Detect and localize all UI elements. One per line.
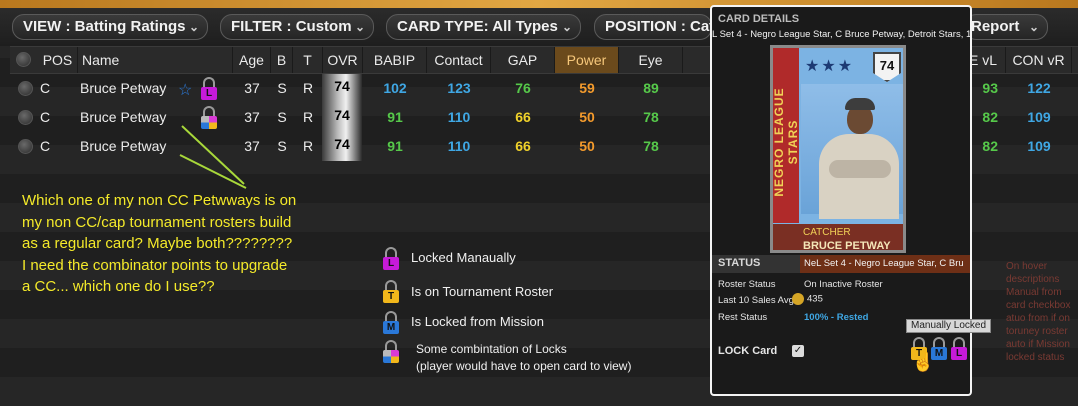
legend-tournament: Is on Tournament Roster (411, 284, 554, 299)
coin-icon (792, 293, 804, 305)
annotation-note: Which one of my non CC Petwways is on my… (22, 190, 342, 298)
lock-manual-icon[interactable]: L (950, 337, 968, 361)
card-details-title: CARD DETAILS (718, 13, 800, 25)
player-arms (829, 160, 891, 178)
app-root: VIEW : Batting Ratings ⌄ FILTER : Custom… (0, 0, 1078, 406)
lock-tournament-icon: T (382, 280, 400, 304)
annotation-line: a CC... which one do I use?? (22, 278, 215, 295)
card-rating-badge: 74 (873, 52, 901, 82)
annotation-line: my non CC/cap tournament rosters build (22, 213, 292, 231)
lock-mission-icon: M (382, 311, 400, 335)
roster-status-label: Roster Status (718, 279, 776, 290)
status-label: STATUS (718, 257, 761, 269)
card-details-subtitle: L Set 4 - Negro League Star, C Bruce Pet… (712, 29, 972, 40)
legend-mission: Is Locked from Mission (411, 314, 544, 329)
card-details-panel: CARD DETAILS L Set 4 - Negro League Star… (710, 5, 972, 396)
player-photo (801, 84, 903, 219)
roster-status-value: On Inactive Roster (804, 279, 883, 290)
side-note: On hover descriptions Manual from card c… (1006, 261, 1071, 363)
hand-cursor-icon: ☝ (912, 352, 935, 372)
sales-label: Last 10 Sales Avg (718, 295, 794, 306)
player-cap (845, 98, 875, 110)
rest-status-value: 100% - Rested (804, 312, 869, 323)
card-stars: ★★★ (805, 58, 855, 75)
player-card-image: NEGRO LEAGUE STARS ★★★ 74 CATCHER BRUCE … (770, 45, 906, 253)
legend-combination-note: (player would have to open card to view) (416, 359, 632, 373)
lock-card-checkbox[interactable]: ✓ (792, 345, 804, 357)
annotation-line: as a regular card? Maybe both???????? (22, 235, 293, 252)
card-player-name: BRUCE PETWAY (803, 240, 891, 252)
sales-value-group: 435 (792, 293, 823, 305)
annotation-line: Which one of my non CC Petwways is on (22, 192, 297, 209)
status-value: NeL Set 4 - Negro League Star, C Bru (800, 255, 970, 273)
lock-combination-icon (382, 340, 400, 364)
lock-manual-icon: L (382, 247, 400, 271)
sales-value: 435 (807, 293, 823, 305)
legend-combination: Some combintation of Locks (416, 342, 567, 356)
card-vertical-title: NEGRO LEAGUE STARS (772, 87, 800, 197)
rest-status-label: Rest Status (718, 312, 768, 323)
status-header: STATUS NeL Set 4 - Negro League Star, C … (712, 255, 970, 273)
lock-card-label: LOCK Card (718, 345, 778, 357)
lock-tooltip: Manually Locked (906, 319, 992, 333)
legend-locked-manual: Locked Manaually (411, 250, 516, 265)
annotation-line: I need the combinator points to upgrade (22, 256, 288, 274)
